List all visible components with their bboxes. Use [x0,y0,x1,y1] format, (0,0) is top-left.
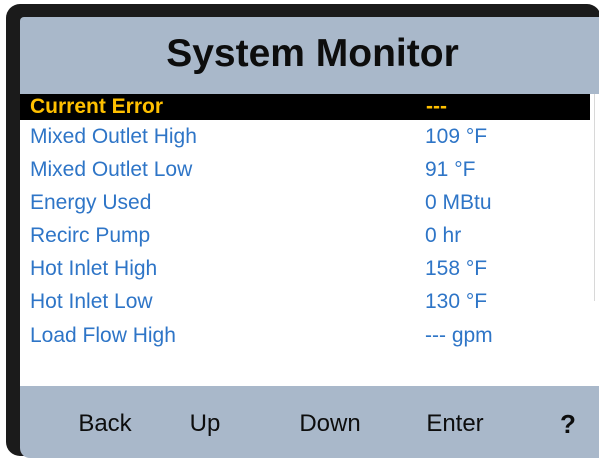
monitor-list[interactable]: Current Error --- Mixed Outlet High 109 … [20,94,590,386]
list-scrollbar[interactable] [590,94,599,386]
page-title: System Monitor [166,32,459,75]
list-item-value: 109 °F [425,125,488,148]
list-item-label: Load Flow High [30,324,176,347]
help-button[interactable]: ? [548,386,588,458]
list-item-value: 130 °F [425,290,488,313]
display-screen: System Monitor Current Error --- Mixed O… [20,17,599,458]
list-item-label: Hot Inlet High [30,257,158,280]
down-button[interactable]: Down [275,386,385,458]
list-item-mixed-outlet-low[interactable]: Mixed Outlet Low 91 °F [20,155,590,185]
list-item-label: Recirc Pump [30,224,151,247]
list-item-recirc-pump[interactable]: Recirc Pump 0 hr [20,221,590,251]
back-button[interactable]: Back [60,386,150,458]
list-item-label: Hot Inlet Low [30,290,153,313]
list-item-mixed-outlet-high[interactable]: Mixed Outlet High 109 °F [20,122,590,152]
list-item-energy-used[interactable]: Energy Used 0 MBtu [20,188,590,218]
list-item-value: 0 hr [425,224,462,247]
list-item-current-error[interactable]: Current Error --- [20,94,590,120]
softkey-bar: Back Up Down Enter ? [20,386,599,458]
list-item-label: Energy Used [30,191,152,214]
list-item-label: Current Error [30,95,164,118]
up-button[interactable]: Up [170,386,240,458]
list-item-value: --- [426,95,447,118]
list-item-value: --- gpm [425,324,493,347]
list-item-load-flow-high[interactable]: Load Flow High --- gpm [20,321,590,351]
list-item-value: 0 MBtu [425,191,492,214]
list-item-label: Mixed Outlet High [30,125,197,148]
list-item-hot-inlet-high[interactable]: Hot Inlet High 158 °F [20,254,590,284]
scrollbar-thumb[interactable] [594,94,599,301]
device-bezel: System Monitor Current Error --- Mixed O… [6,4,599,458]
enter-button[interactable]: Enter [400,386,510,458]
list-item-hot-inlet-low[interactable]: Hot Inlet Low 130 °F [20,287,590,317]
list-item-label: Mixed Outlet Low [30,158,193,181]
list-item-value: 91 °F [425,158,476,181]
list-item-value: 158 °F [425,257,488,280]
